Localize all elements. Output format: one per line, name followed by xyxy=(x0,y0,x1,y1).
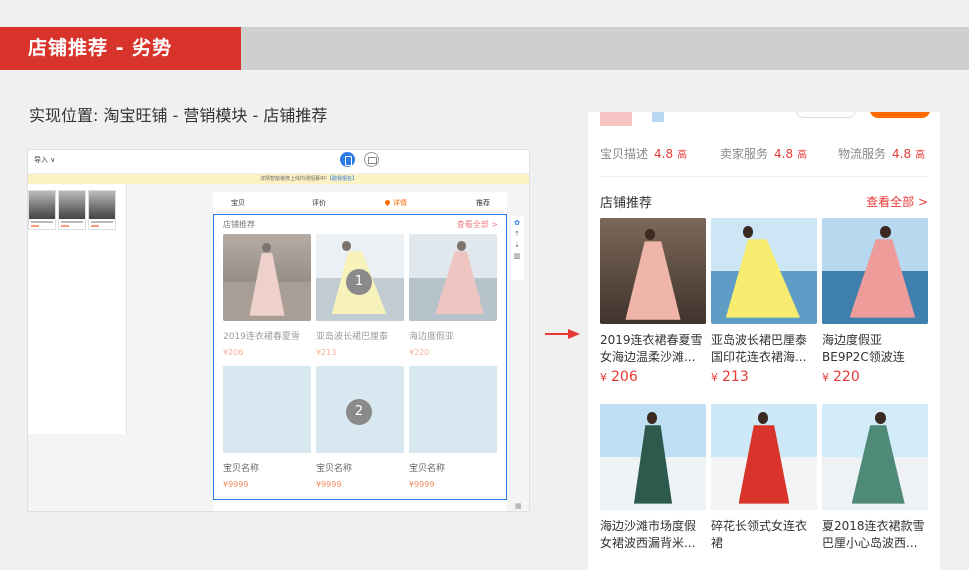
move-down-icon[interactable]: ⇣ xyxy=(510,241,524,249)
grid-icon[interactable]: ▦ xyxy=(515,502,522,510)
mobile-view-icon[interactable] xyxy=(340,152,355,167)
editor-screenshot: 导入 ∨ 详情智能装修上线内测招募中!【戳我报名】 宝贝 评价 详情 推荐 店铺… xyxy=(27,149,530,512)
template-thumb[interactable] xyxy=(88,190,116,230)
move-up-icon[interactable]: ⇡ xyxy=(510,230,524,238)
product-title: 亚岛波长裙巴厘泰国印花连衣裙海... xyxy=(711,333,808,364)
step-badge-2: 2 xyxy=(346,399,372,425)
product-price: ¥220 xyxy=(822,369,860,385)
editor-notice: 详情智能装修上线内测招募中!【戳我报名】 xyxy=(28,174,529,184)
placeholder-card[interactable]: 宝贝名称 ¥9999 xyxy=(223,366,311,489)
placeholder-card[interactable]: 宝贝名称 ¥9999 xyxy=(409,366,497,489)
tab-details[interactable]: 详情 xyxy=(383,198,407,208)
enter-store-button[interactable] xyxy=(870,112,930,118)
arrow-icon xyxy=(545,333,569,335)
product-image xyxy=(711,404,817,510)
view-all-link[interactable]: 查看全部 > xyxy=(866,193,928,210)
product-image xyxy=(600,218,706,324)
placeholder-image xyxy=(223,366,311,453)
desktop-view-icon[interactable] xyxy=(364,152,379,167)
placeholder-title: 宝贝名称 xyxy=(316,464,353,474)
product-title: 2019连衣裙春夏雪女海边温柔沙滩... xyxy=(600,333,703,364)
store-badge-icon xyxy=(652,112,664,122)
placeholder-price: ¥9999 xyxy=(316,480,342,489)
template-thumb[interactable] xyxy=(58,190,86,230)
placeholder-card[interactable]: 宝贝名称 ¥9999 xyxy=(316,366,404,489)
tab-reviews[interactable]: 评价 xyxy=(312,198,326,208)
rating-item: 物流服务 4.8 高 xyxy=(838,147,926,161)
product-card[interactable]: 亚岛波长裙巴厘泰国印花连衣裙海... ¥213 xyxy=(711,218,817,385)
phone-canvas: 宝贝 评价 详情 推荐 店铺推荐 查看全部 > 2019连衣裙春夏雪 ¥206 xyxy=(213,192,507,511)
follow-button[interactable] xyxy=(796,112,856,118)
product-card[interactable]: 海边度假亚BE9P2C领波连衣... ¥220 xyxy=(822,218,928,385)
detail-tabs: 宝贝 评价 详情 推荐 xyxy=(213,192,507,213)
template-panel xyxy=(28,184,127,434)
product-card[interactable]: 碎花长领式女连衣裙 xyxy=(711,404,817,552)
section-banner: 店铺推荐 - 劣势 xyxy=(0,27,241,70)
product-title: 海边沙滩市场度假女裙波西漏背米... xyxy=(600,519,697,550)
placeholder-price: ¥9999 xyxy=(223,480,249,489)
product-card[interactable]: 夏2018连衣裙款雪巴厘小心岛波西... xyxy=(822,404,928,552)
product-image xyxy=(600,404,706,510)
product-title: 海边度假亚BE9P2C领波连衣... xyxy=(822,333,905,364)
divider xyxy=(600,176,928,177)
product-title: 碎花长领式女连衣裙 xyxy=(711,519,808,550)
store-recommend-module[interactable]: 店铺推荐 查看全部 > 2019连衣裙春夏雪 ¥206 亚岛波长裙巴厘泰 ¥21… xyxy=(213,214,507,500)
product-price: ¥213 xyxy=(711,369,749,385)
section-title: 店铺推荐 xyxy=(600,196,653,211)
store-logo xyxy=(600,112,632,126)
tab-item[interactable]: 宝贝 xyxy=(231,198,245,208)
product-card[interactable]: 海边沙滩市场度假女裙波西漏背米... xyxy=(600,404,706,552)
product-card[interactable]: 2019连衣裙春夏雪女海边温柔沙滩... ¥206 xyxy=(600,218,706,385)
banner-bar xyxy=(241,27,969,70)
product-image xyxy=(822,404,928,510)
template-thumb[interactable] xyxy=(28,190,56,230)
import-dropdown[interactable]: 导入 ∨ xyxy=(34,155,55,165)
placeholder-title: 宝贝名称 xyxy=(409,464,446,474)
arrow-head-icon xyxy=(568,329,580,339)
location-subtitle: 实现位置: 淘宝旺铺 - 营销模块 - 店铺推荐 xyxy=(29,106,328,125)
rating-item: 卖家服务 4.8 高 xyxy=(720,147,808,161)
module-tools: ✿ ⇡ ⇣ ▥ xyxy=(510,216,524,280)
location-pin-icon xyxy=(383,198,392,207)
gear-icon[interactable]: ✿ xyxy=(510,219,524,227)
tab-recommend[interactable]: 推荐 xyxy=(476,198,490,208)
product-image xyxy=(822,218,928,324)
editor-toolbar: 导入 ∨ xyxy=(28,150,529,174)
product-image xyxy=(711,218,817,324)
placeholder-price: ¥9999 xyxy=(409,480,435,489)
delete-icon[interactable]: ▥ xyxy=(510,252,524,260)
product-title: 夏2018连衣裙款雪巴厘小心岛波西... xyxy=(822,519,925,550)
placeholder-title: 宝贝名称 xyxy=(223,464,260,474)
rating-item: 宝贝描述 4.8 高 xyxy=(600,147,688,161)
mobile-preview: 宝贝描述 4.8 高 卖家服务 4.8 高 物流服务 4.8 高 店铺推荐 查看全部 > 2… xyxy=(588,112,940,570)
step-badge-1: 1 xyxy=(346,269,372,295)
signup-link[interactable]: 【戳我报名】 xyxy=(327,176,357,182)
product-price: ¥206 xyxy=(600,369,638,385)
placeholder-image xyxy=(409,366,497,453)
